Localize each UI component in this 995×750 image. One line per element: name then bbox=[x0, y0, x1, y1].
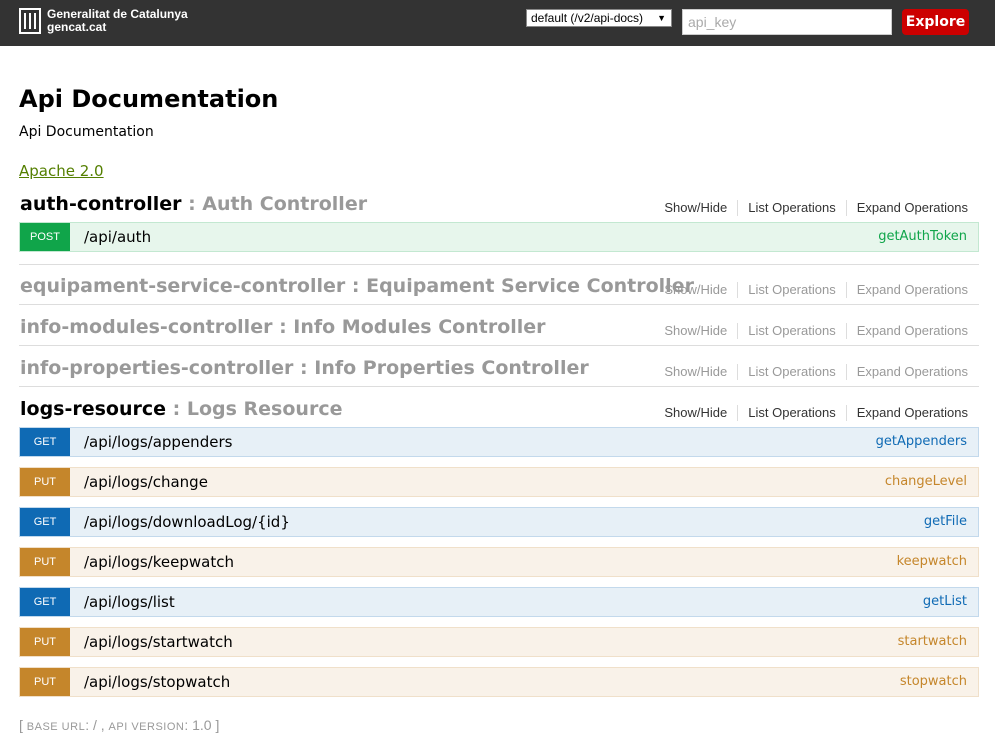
api-key-input[interactable]: api_key bbox=[682, 9, 892, 35]
resource-options: Show/Hide List Operations Expand Operati… bbox=[654, 405, 968, 421]
operation-row[interactable]: GET /api/logs/appenders getAppenders bbox=[19, 427, 979, 457]
api-footer: [ BASE URL: / , API VERSION: 1.0 ] bbox=[19, 716, 219, 736]
operation-row[interactable]: PUT /api/logs/keepwatch keepwatch bbox=[19, 547, 979, 577]
operation-path[interactable]: /api/logs/startwatch bbox=[84, 633, 233, 651]
operation-row[interactable]: GET /api/logs/downloadLog/{id} getFile bbox=[19, 507, 979, 537]
operation-path[interactable]: /api/logs/downloadLog/{id} bbox=[84, 513, 290, 531]
operation-nickname[interactable]: keepwatch bbox=[897, 554, 967, 570]
http-method-badge: PUT bbox=[20, 668, 70, 696]
logo-line2: gencat.cat bbox=[47, 20, 107, 34]
resource-options: Show/Hide List Operations Expand Operati… bbox=[654, 282, 968, 298]
dropdown-arrow-icon: ▼ bbox=[657, 13, 666, 23]
show-hide-link[interactable]: Show/Hide bbox=[654, 323, 739, 339]
resource-title[interactable]: equipament-service-controller : Equipame… bbox=[20, 274, 694, 298]
spec-select-value: default (/v2/api-docs) bbox=[531, 11, 644, 25]
resource-title[interactable]: auth-controller : Auth Controller bbox=[20, 192, 367, 216]
operation-nickname[interactable]: getAppenders bbox=[876, 434, 967, 450]
resource-equipament-service-controller: equipament-service-controller : Equipame… bbox=[19, 270, 979, 305]
resource-auth-controller: auth-controller : Auth Controller Show/H… bbox=[19, 188, 979, 262]
resource-title[interactable]: logs-resource : Logs Resource bbox=[20, 397, 342, 421]
api-version-label: API VERSION bbox=[108, 721, 185, 733]
resource-description: : Info Modules Controller bbox=[272, 316, 546, 338]
http-method-badge: PUT bbox=[20, 468, 70, 496]
operation-path[interactable]: /api/logs/stopwatch bbox=[84, 673, 230, 691]
resource-name: auth-controller bbox=[20, 193, 182, 215]
api-version-value: : 1.0 ] bbox=[184, 717, 220, 733]
resource-options: Show/Hide List Operations Expand Operati… bbox=[654, 200, 968, 216]
footer-open-bracket: [ bbox=[19, 717, 27, 733]
operation-nickname[interactable]: stopwatch bbox=[900, 674, 967, 690]
resource-heading: auth-controller : Auth Controller Show/H… bbox=[19, 188, 979, 222]
resource-name: info-properties-controller bbox=[20, 357, 294, 379]
expand-operations-link[interactable]: Expand Operations bbox=[847, 282, 968, 298]
base-url-value: : / , bbox=[85, 717, 109, 733]
resource-name: equipament-service-controller bbox=[20, 275, 346, 297]
resource-name: info-modules-controller bbox=[20, 316, 273, 338]
operation-nickname[interactable]: getFile bbox=[924, 514, 967, 530]
http-method-badge: GET bbox=[20, 588, 70, 616]
resource-title[interactable]: info-properties-controller : Info Proper… bbox=[20, 356, 589, 380]
resource-info-modules-controller: info-modules-controller : Info Modules C… bbox=[19, 311, 979, 346]
resource-description: : Logs Resource bbox=[166, 398, 343, 420]
http-method-badge: GET bbox=[20, 508, 70, 536]
list-operations-link[interactable]: List Operations bbox=[738, 405, 847, 421]
http-method-badge: PUT bbox=[20, 628, 70, 656]
operation-path[interactable]: /api/logs/appenders bbox=[84, 433, 232, 451]
resource-description: : Auth Controller bbox=[181, 193, 368, 215]
top-bar: Generalitat de Catalunya gencat.cat defa… bbox=[0, 0, 995, 46]
show-hide-link[interactable]: Show/Hide bbox=[654, 364, 739, 380]
operation-nickname[interactable]: getList bbox=[923, 594, 967, 610]
operation-path[interactable]: /api/logs/change bbox=[84, 473, 208, 491]
expand-operations-link[interactable]: Expand Operations bbox=[847, 200, 968, 216]
operation-row[interactable]: PUT /api/logs/stopwatch stopwatch bbox=[19, 667, 979, 697]
resource-info-properties-controller: info-properties-controller : Info Proper… bbox=[19, 352, 979, 387]
operation-row[interactable]: PUT /api/logs/change changeLevel bbox=[19, 467, 979, 497]
operation-path[interactable]: /api/logs/keepwatch bbox=[84, 553, 234, 571]
list-operations-link[interactable]: List Operations bbox=[738, 282, 847, 298]
operation-row[interactable]: POST /api/auth getAuthToken bbox=[19, 222, 979, 252]
resource-heading: equipament-service-controller : Equipame… bbox=[19, 270, 979, 305]
resource-title[interactable]: info-modules-controller : Info Modules C… bbox=[20, 315, 546, 339]
operation-row[interactable]: PUT /api/logs/startwatch startwatch bbox=[19, 627, 979, 657]
operation-nickname[interactable]: changeLevel bbox=[885, 474, 967, 490]
resource-options: Show/Hide List Operations Expand Operati… bbox=[654, 364, 968, 380]
resource-description: : Equipament Service Controller bbox=[345, 275, 694, 297]
gencat-logo-icon bbox=[19, 8, 41, 34]
page-title: Api Documentation bbox=[19, 85, 279, 113]
show-hide-link[interactable]: Show/Hide bbox=[654, 200, 739, 216]
spec-select[interactable]: default (/v2/api-docs) ▼ bbox=[526, 9, 672, 27]
resource-heading: info-modules-controller : Info Modules C… bbox=[19, 311, 979, 346]
base-url-label: BASE URL bbox=[26, 721, 86, 733]
show-hide-link[interactable]: Show/Hide bbox=[654, 282, 739, 298]
page-description: Api Documentation bbox=[19, 124, 154, 140]
expand-operations-link[interactable]: Expand Operations bbox=[847, 405, 968, 421]
resource-logs-resource: logs-resource : Logs Resource Show/Hide … bbox=[19, 393, 979, 707]
explore-button[interactable]: Explore bbox=[902, 9, 969, 35]
operation-nickname[interactable]: startwatch bbox=[898, 634, 967, 650]
operation-path[interactable]: /api/logs/list bbox=[84, 593, 175, 611]
license-link[interactable]: Apache 2.0 bbox=[19, 161, 104, 181]
http-method-badge: POST bbox=[20, 223, 70, 251]
http-method-badge: PUT bbox=[20, 548, 70, 576]
list-operations-link[interactable]: List Operations bbox=[738, 364, 847, 380]
logo[interactable]: Generalitat de Catalunya gencat.cat bbox=[19, 8, 188, 34]
resource-description: : Info Properties Controller bbox=[293, 357, 589, 379]
divider bbox=[19, 264, 979, 265]
expand-operations-link[interactable]: Expand Operations bbox=[847, 364, 968, 380]
operation-nickname[interactable]: getAuthToken bbox=[878, 229, 967, 245]
operation-row[interactable]: GET /api/logs/list getList bbox=[19, 587, 979, 617]
resource-options: Show/Hide List Operations Expand Operati… bbox=[654, 323, 968, 339]
resource-heading: info-properties-controller : Info Proper… bbox=[19, 352, 979, 387]
http-method-badge: GET bbox=[20, 428, 70, 456]
resource-name: logs-resource bbox=[20, 398, 167, 420]
operation-path[interactable]: /api/auth bbox=[84, 228, 151, 246]
show-hide-link[interactable]: Show/Hide bbox=[654, 405, 739, 421]
expand-operations-link[interactable]: Expand Operations bbox=[847, 323, 968, 339]
list-operations-link[interactable]: List Operations bbox=[738, 323, 847, 339]
list-operations-link[interactable]: List Operations bbox=[738, 200, 847, 216]
resource-heading: logs-resource : Logs Resource Show/Hide … bbox=[19, 393, 979, 427]
